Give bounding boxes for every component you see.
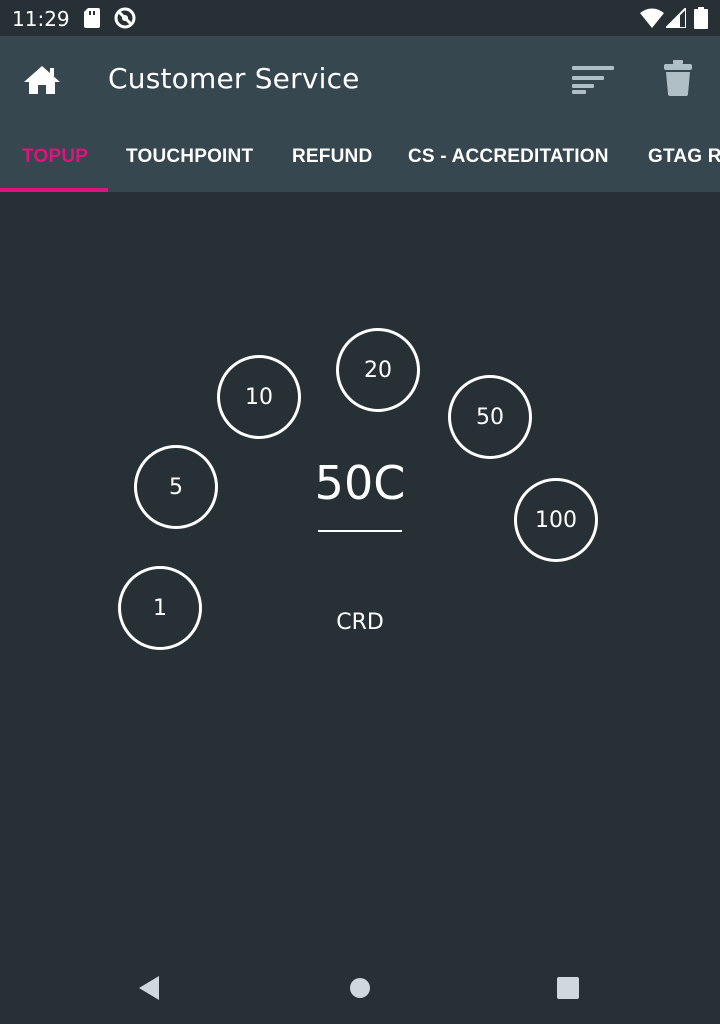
- home-icon[interactable]: [22, 60, 62, 100]
- signal-icon: [663, 5, 687, 33]
- tab-gtag[interactable]: GTAG R: [648, 146, 720, 168]
- amount-chip-100[interactable]: 100: [514, 478, 598, 562]
- tab-refund[interactable]: REFUND: [292, 146, 372, 168]
- back-icon[interactable]: [137, 975, 161, 1006]
- amount-chip-50[interactable]: 50: [448, 375, 532, 459]
- battery-icon: [694, 7, 708, 34]
- home-circle-icon[interactable]: [349, 977, 371, 1004]
- tab-touchpoint[interactable]: TOUCHPOINT: [126, 146, 253, 168]
- tab-bar: TOPUP TOUCHPOINT REFUND CS - ACCREDITATI…: [0, 136, 720, 192]
- amount-chip-10[interactable]: 10: [217, 355, 301, 439]
- amount-underline: [318, 530, 402, 532]
- sort-icon[interactable]: [572, 64, 616, 96]
- active-tab-indicator: [0, 188, 108, 192]
- amount-chip-1[interactable]: 1: [118, 566, 202, 650]
- system-nav-bar: [0, 950, 720, 1024]
- amount-chip-5[interactable]: 5: [134, 445, 218, 529]
- trash-icon[interactable]: [662, 58, 694, 98]
- tab-topup[interactable]: TOPUP: [22, 146, 88, 168]
- sd-card-icon: [84, 8, 100, 33]
- amount-chip-20[interactable]: 20: [336, 328, 420, 412]
- app-bar: Customer Service TOPUP TOUCHPOINT REFUND…: [0, 36, 720, 192]
- currency-label: CRD: [336, 610, 384, 635]
- page-title: Customer Service: [108, 62, 360, 95]
- recents-icon[interactable]: [556, 977, 580, 1004]
- do-not-disturb-icon: [114, 7, 136, 34]
- amount-input[interactable]: 50C: [300, 456, 420, 510]
- status-bar: 11:29: [0, 0, 720, 36]
- status-time: 11:29: [12, 7, 70, 31]
- wifi-icon: [640, 8, 664, 33]
- tab-cs-accreditation[interactable]: CS - ACCREDITATION: [408, 146, 609, 168]
